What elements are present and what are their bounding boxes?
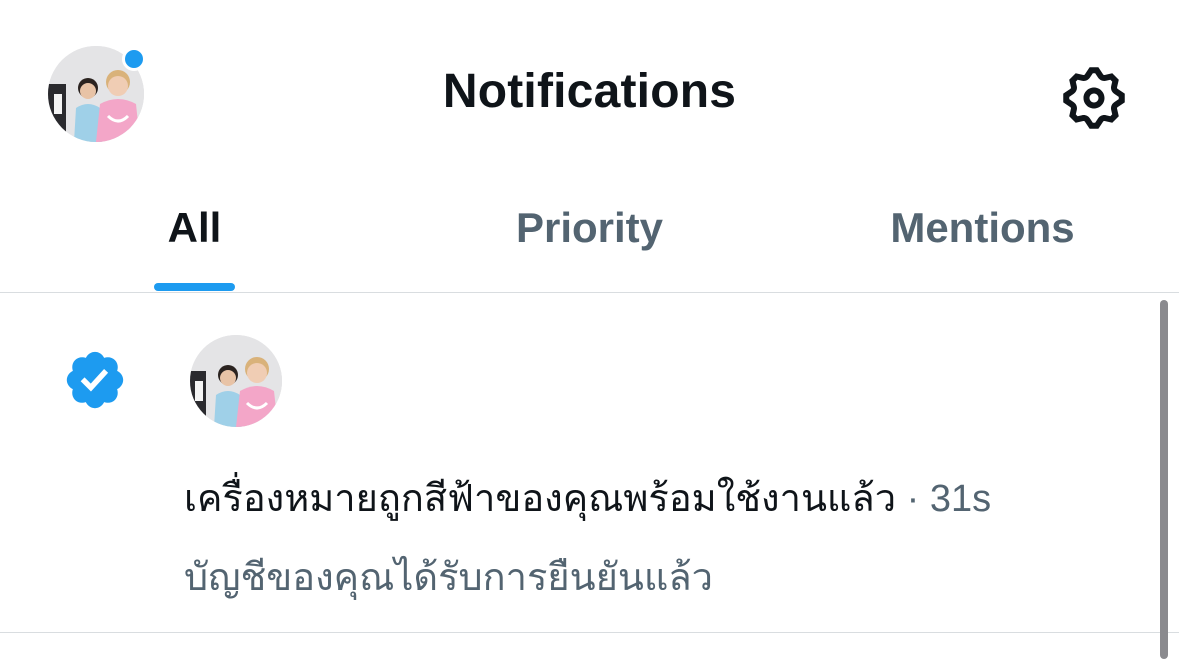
tab-all[interactable]: All: [0, 185, 389, 292]
page-title: Notifications: [442, 65, 737, 118]
verified-badge-icon: [62, 347, 128, 413]
settings-button[interactable]: [1058, 62, 1130, 134]
separator-dot: ·: [896, 478, 930, 520]
notification-text: เครื่องหมายถูกสีฟ้าของคุณพร้อมใช้งานแล้ว: [184, 478, 897, 520]
notification-time: 31s: [929, 478, 992, 520]
notification-headline: เครื่องหมายถูกสีฟ้าของคุณพร้อมใช้งานแล้ว…: [184, 475, 991, 523]
active-tab-indicator: [154, 283, 235, 291]
tab-priority[interactable]: Priority: [393, 185, 786, 292]
gear-icon: [1063, 67, 1125, 129]
scrollbar[interactable]: [1160, 300, 1168, 659]
top-bar: Notifications: [0, 0, 1179, 185]
tab-mentions[interactable]: Mentions: [786, 185, 1179, 292]
avatar-photo: [190, 335, 282, 427]
notification-subtext: บัญชีของคุณได้รับการยืนยันแล้ว: [184, 557, 713, 599]
notification-avatar[interactable]: [190, 335, 282, 427]
divider: [0, 632, 1179, 633]
notification-tabs: All Priority Mentions: [0, 185, 1179, 292]
